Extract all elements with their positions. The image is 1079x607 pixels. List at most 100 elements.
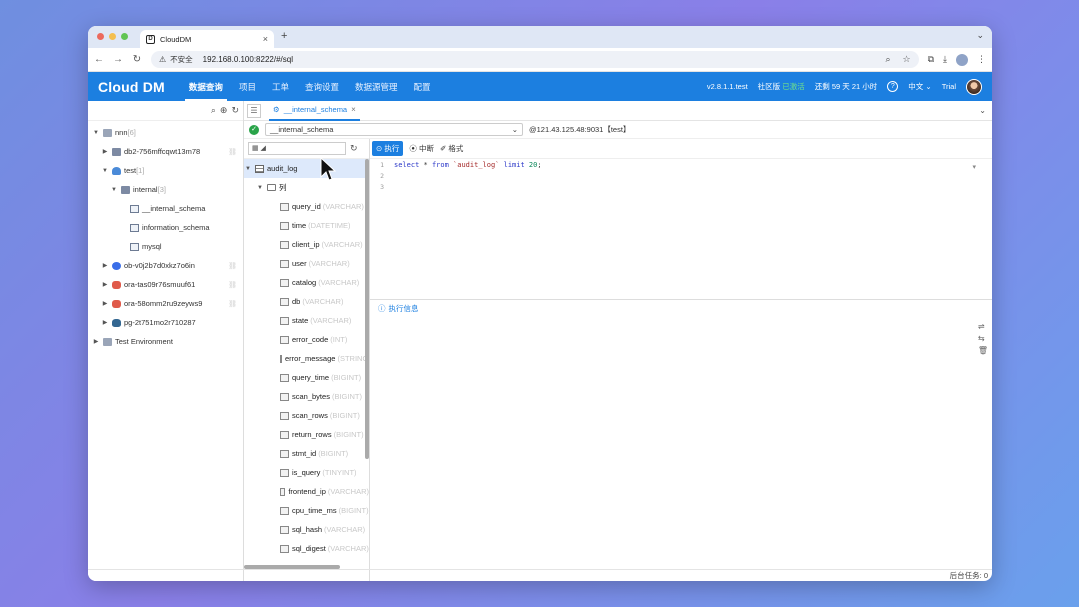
forward-icon[interactable]: → <box>113 54 123 65</box>
tree-node[interactable]: ▶ db2-756mffcqwt13m78 ⛓ <box>88 142 243 161</box>
query-tab[interactable]: ⚙ __internal_schema × <box>269 101 360 121</box>
link-icon[interactable]: ⛓ <box>228 262 237 270</box>
close-window-button[interactable] <box>97 33 104 40</box>
warning-icon[interactable]: ⚠ <box>159 55 166 64</box>
column-item[interactable]: scan_bytes (BIGINT) <box>244 387 369 406</box>
menu-item-project[interactable]: 项目 <box>231 72 264 101</box>
caret-icon[interactable]: ▶ <box>101 281 109 288</box>
schema-select[interactable]: __internal_schema ⌄ <box>265 123 523 136</box>
tree-node[interactable]: ▶ ob-v0j2b7d0xkz7o6in ⛓ <box>88 256 243 275</box>
tree-node[interactable]: ▶ pg-2t751mo2r710287 <box>88 313 243 332</box>
link-icon[interactable]: ⛓ <box>228 148 237 156</box>
browser-menu-icon[interactable]: ⋮ <box>977 54 986 65</box>
background-tasks[interactable]: 后台任务: 0 <box>950 571 988 580</box>
minimize-window-button[interactable] <box>109 33 116 40</box>
profile-avatar-icon[interactable] <box>956 53 968 66</box>
tree-node[interactable]: ▶ Test Environment <box>88 332 243 351</box>
refresh-objects-icon[interactable]: ↻ <box>350 143 358 154</box>
url-text[interactable]: 192.168.0.100:8222/#/sql <box>203 55 874 64</box>
extensions-icon[interactable]: ⧉ <box>928 54 934 65</box>
table-audit-log[interactable]: ▼ audit_log <box>244 159 369 178</box>
maximize-window-button[interactable] <box>121 33 128 40</box>
menu-item-query-settings[interactable]: 查询设置 <box>297 72 347 101</box>
caret-icon[interactable]: ▶ <box>101 319 109 326</box>
column-item[interactable]: query_id (VARCHAR) <box>244 197 369 216</box>
caret-icon[interactable]: ▶ <box>101 262 109 269</box>
link-icon[interactable]: ⛓ <box>228 281 237 289</box>
object-type-select[interactable]: ▦ ◢ <box>248 142 346 155</box>
tree-node[interactable]: ▼ internal [3] <box>88 180 243 199</box>
tree-node[interactable]: ▼ nnn [6] <box>88 123 243 142</box>
column-item[interactable]: is_query (TINYINT) <box>244 463 369 482</box>
column-item[interactable]: state (VARCHAR) <box>244 311 369 330</box>
tree-node[interactable]: information_schema <box>88 218 243 237</box>
tree-node-label: ora-58omm2ru9zeyws9 <box>124 299 203 308</box>
tree-node[interactable]: __internal_schema <box>88 199 243 218</box>
caret-icon[interactable]: ▼ <box>92 130 100 136</box>
results-tab-exec-info[interactable]: ⓘ 执行信息 <box>370 300 992 316</box>
column-item[interactable]: query_time (BIGINT) <box>244 368 369 387</box>
menu-item-data-query[interactable]: 数据查询 <box>181 72 231 101</box>
column-item[interactable]: stmt_id (BIGINT) <box>244 444 369 463</box>
new-tab-button[interactable]: + <box>281 30 287 42</box>
column-item[interactable]: catalog (VARCHAR) <box>244 273 369 292</box>
column-item[interactable]: user (VARCHAR) <box>244 254 369 273</box>
column-item[interactable]: frontend_ip (VARCHAR) <box>244 482 369 501</box>
column-item[interactable]: db (VARCHAR) <box>244 292 369 311</box>
tab-search-icon[interactable]: ⌄ <box>976 30 984 41</box>
column-item[interactable]: sql_digest (VARCHAR) <box>244 539 369 558</box>
caret-icon[interactable]: ▶ <box>92 338 100 345</box>
tree-node[interactable]: ▼ test [1] <box>88 161 243 180</box>
menu-item-ticket[interactable]: 工单 <box>264 72 297 101</box>
sql-code-editor[interactable]: 1 select * from `audit_log` limit 20; 2 … <box>370 159 992 300</box>
user-avatar[interactable] <box>966 78 982 95</box>
column-item[interactable]: sql_hash (VARCHAR) <box>244 520 369 539</box>
caret-icon[interactable]: ▶ <box>101 300 109 307</box>
object-scrollbar[interactable] <box>365 159 369 459</box>
address-bar[interactable]: ⚠ 不安全 192.168.0.100:8222/#/sql ⌕ ☆ <box>151 51 919 68</box>
columns-folder[interactable]: ▼ 列 <box>244 178 369 197</box>
bookmark-star-icon[interactable]: ☆ <box>903 54 911 65</box>
column-item[interactable]: client_ip (VARCHAR) <box>244 235 369 254</box>
format-button[interactable]: ✐ 格式 <box>440 143 463 154</box>
column-item[interactable]: return_rows (BIGINT) <box>244 425 369 444</box>
close-tab-icon[interactable]: × <box>263 34 268 44</box>
language-select[interactable]: 中文 ⌄ <box>908 81 931 92</box>
caret-icon[interactable]: ▼ <box>101 168 109 174</box>
search-icon[interactable]: ⌕ <box>211 105 216 116</box>
refresh-icon[interactable]: ↻ <box>231 105 239 116</box>
download-icon[interactable]: ⤓ <box>943 54 947 65</box>
reload-icon[interactable]: ↻ <box>132 54 142 65</box>
browser-tab[interactable]: D CloudDM × <box>140 30 274 48</box>
align-icon[interactable]: ⇆ <box>978 334 988 343</box>
column-item[interactable]: time (DATETIME) <box>244 216 369 235</box>
column-item[interactable]: error_message (STRING) <box>244 349 369 368</box>
close-query-tab-icon[interactable]: × <box>351 105 356 114</box>
tree-node[interactable]: ▶ ora-58omm2ru9zeyws9 ⛓ <box>88 294 243 313</box>
tree-node[interactable]: mysql <box>88 237 243 256</box>
tabs-chevron-icon[interactable]: ⌄ <box>979 106 986 115</box>
back-icon[interactable]: ← <box>94 54 104 65</box>
trash-icon[interactable]: 🗑 <box>978 346 988 355</box>
fold-icon[interactable]: ▾ <box>972 163 976 171</box>
column-item[interactable]: error_code (INT) <box>244 330 369 349</box>
add-icon[interactable]: ⊕ <box>220 105 228 116</box>
user-name[interactable]: Trial <box>942 82 956 91</box>
caret-down-icon[interactable]: ▼ <box>256 185 264 191</box>
run-button[interactable]: ⊙ 执行 <box>372 141 404 156</box>
menu-item-datasource[interactable]: 数据源管理 <box>347 72 406 101</box>
caret-icon[interactable]: ▶ <box>101 148 109 155</box>
app-logo[interactable]: Cloud DM <box>98 79 165 95</box>
column-item[interactable]: cpu_time_ms (BIGINT) <box>244 501 369 520</box>
stop-button[interactable]: ⦿ 中断 <box>409 143 434 154</box>
zoom-icon[interactable]: ⌕ <box>885 54 890 65</box>
caret-icon[interactable]: ▼ <box>110 187 118 193</box>
menu-item-config[interactable]: 配置 <box>406 72 439 101</box>
wrap-icon[interactable]: ⇌ <box>978 322 988 331</box>
caret-down-icon[interactable]: ▼ <box>244 166 252 172</box>
link-icon[interactable]: ⛓ <box>228 300 237 308</box>
tree-node[interactable]: ▶ ora-tas09r76smuuf61 ⛓ <box>88 275 243 294</box>
column-item[interactable]: scan_rows (BIGINT) <box>244 406 369 425</box>
help-icon[interactable]: ? <box>887 81 899 92</box>
list-icon[interactable]: ☰ <box>247 103 261 118</box>
